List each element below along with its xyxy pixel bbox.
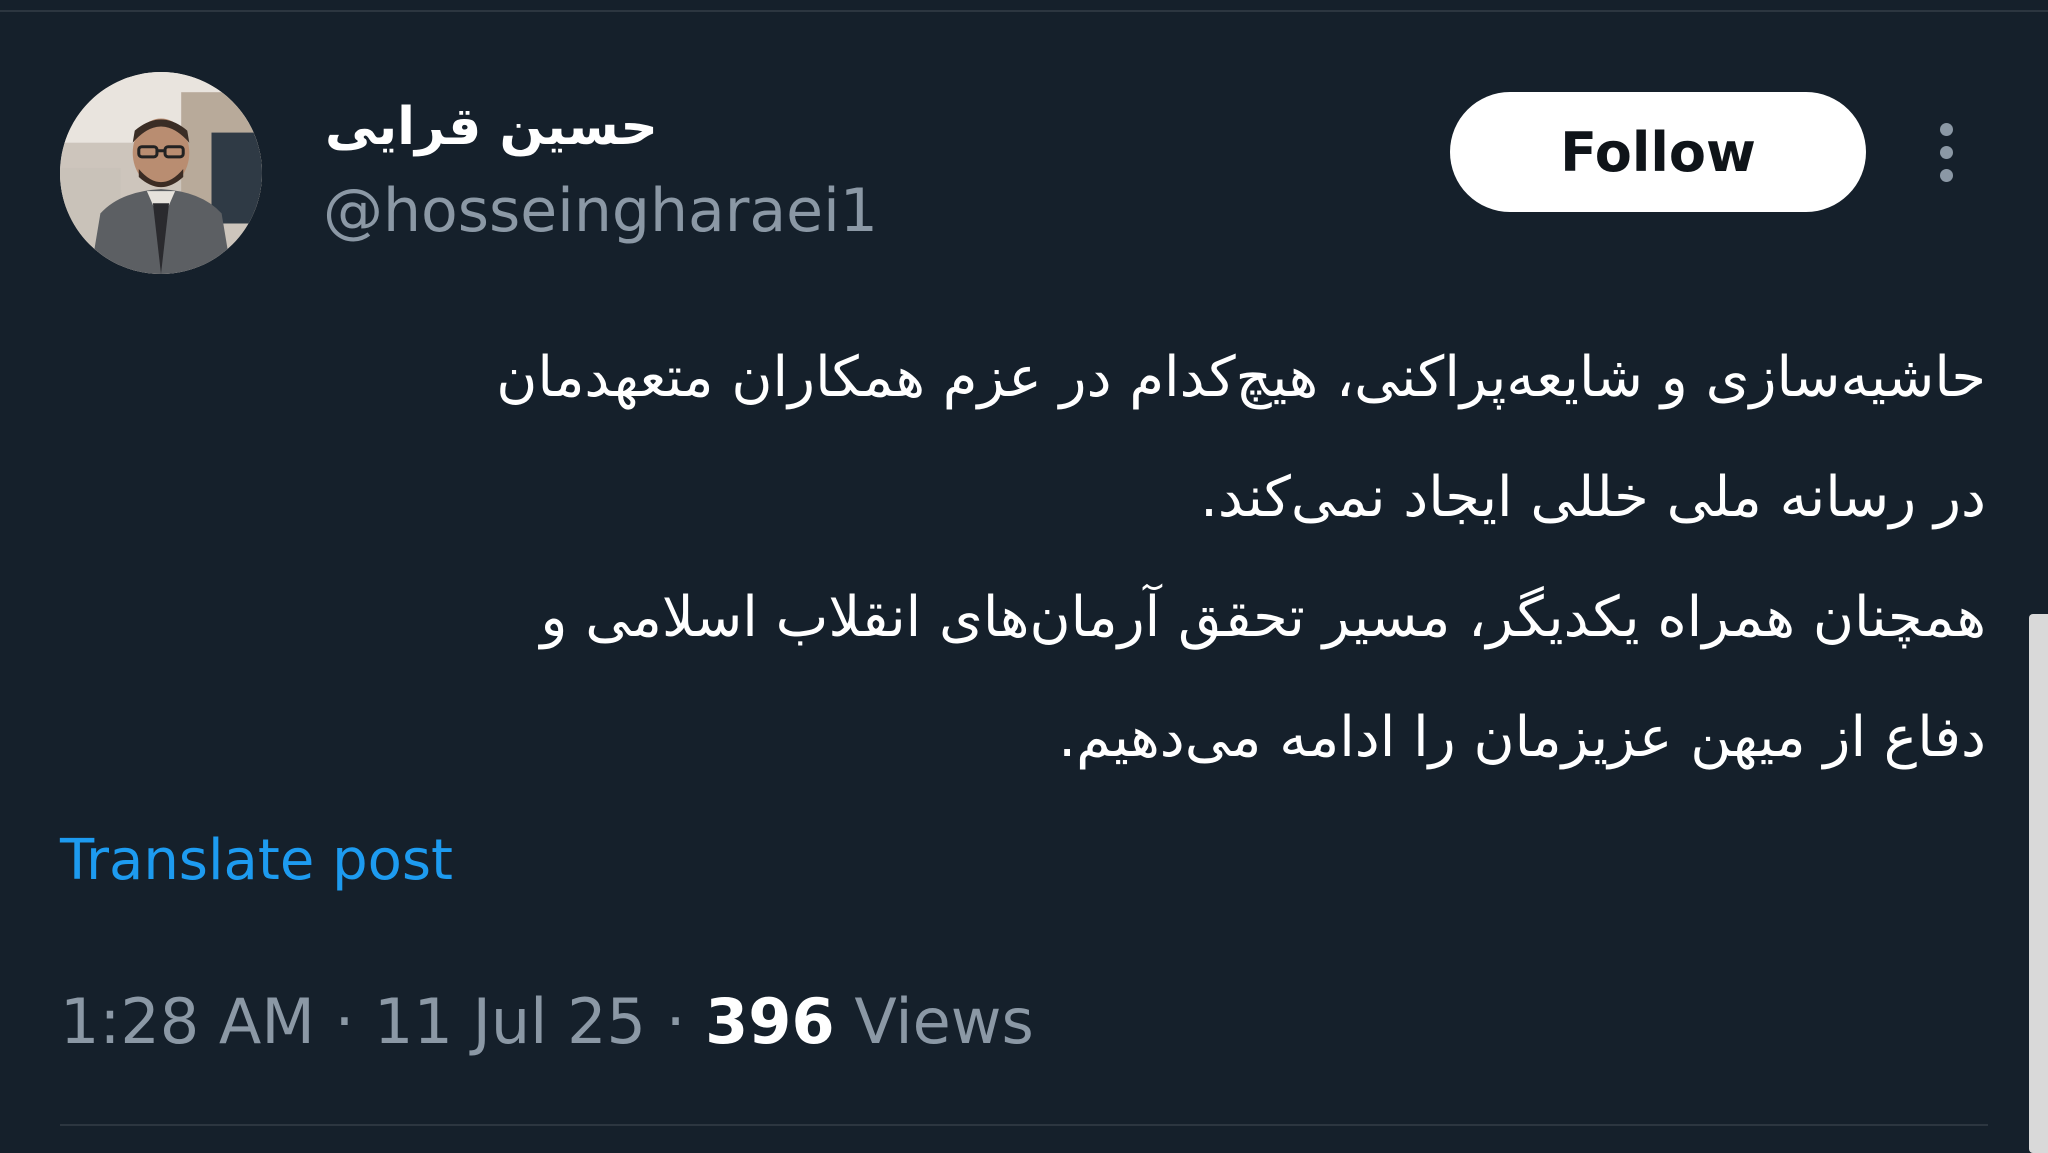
follow-button[interactable]: Follow [1450, 92, 1866, 212]
tweet-date[interactable]: 11 Jul 25 [374, 985, 646, 1058]
tweet-line: حاشیه‌سازی و شایعه‌پراکنی، هیچ‌کدام در ع… [496, 345, 1986, 410]
scrollbar[interactable] [2029, 614, 2048, 1153]
author-display-name[interactable]: حسین قرایی [325, 92, 658, 162]
avatar[interactable] [60, 72, 262, 274]
more-vertical-icon [1939, 122, 1953, 182]
bottom-divider [60, 1124, 1988, 1126]
tweet-meta: 1:28 AM · 11 Jul 25 · 396 Views [60, 982, 1034, 1062]
more-options-button[interactable] [1915, 110, 1977, 194]
tweet-line: دفاع از میهن عزیزمان را ادامه می‌دهیم. [1058, 705, 1986, 770]
author-handle[interactable]: @hosseingharaei1 [323, 176, 878, 246]
tweet-time[interactable]: 1:28 AM [60, 985, 315, 1058]
meta-separator: · [665, 985, 686, 1058]
meta-separator: · [334, 985, 355, 1058]
tweet-line: در رسانه ملی خللی ایجاد نمی‌کند. [1200, 465, 1986, 530]
views-label: Views [854, 985, 1034, 1058]
avatar-photo [60, 72, 262, 274]
top-divider [0, 10, 2048, 12]
translate-post-link[interactable]: Translate post [60, 826, 453, 896]
tweet-text: حاشیه‌سازی و شایعه‌پراکنی، هیچ‌کدام در ع… [130, 318, 1986, 798]
views-count: 396 [705, 985, 835, 1058]
tweet-line: همچنان همراه یکدیگر، مسیر تحقق آرمان‌های… [540, 585, 1986, 650]
